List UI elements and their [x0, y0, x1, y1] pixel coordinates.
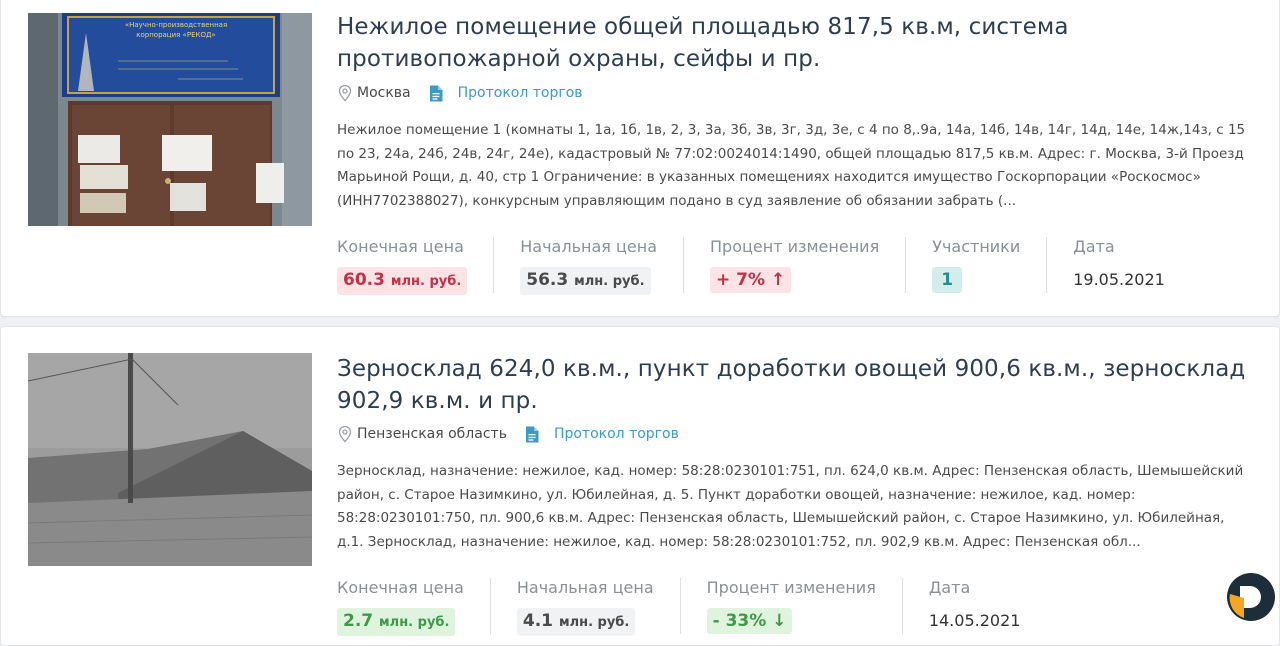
start-price-value: 56.3 млн. руб. — [520, 267, 651, 295]
participants-value: 1 — [932, 267, 963, 293]
final-price-value: 2.7 млн. руб. — [337, 608, 456, 636]
start-price-label: Начальная цена — [516, 578, 654, 597]
document-icon[interactable] — [429, 85, 443, 102]
change-percent: Процент изменения - 33% ↓ — [706, 578, 903, 634]
date: Дата 19.05.2021 — [1073, 237, 1191, 293]
listing-card: «Научно-производственная корпорация «РЕК… — [0, 0, 1280, 317]
protocol-link[interactable]: Протокол торгов — [554, 426, 679, 442]
location-pin-icon — [338, 84, 352, 102]
change-percent-label: Процент изменения — [706, 578, 876, 597]
final-price-label: Конечная цена — [337, 578, 464, 597]
start-price-value: 4.1 млн. руб. — [516, 608, 636, 636]
site-logo-icon[interactable] — [1226, 572, 1276, 622]
listing-meta: Москва Протокол торгов — [337, 84, 583, 102]
final-price-value: 60.3 млн. руб. — [337, 267, 468, 295]
start-price: Начальная цена 56.3 млн. руб. — [520, 237, 684, 295]
date-label: Дата — [1073, 237, 1115, 256]
start-price-label: Начальная цена — [520, 237, 657, 256]
listing-title[interactable]: Зерносклад 624,0 кв.м., пункт доработки … — [337, 353, 1257, 417]
listing-meta: Пензенская область Протокол торгов — [337, 425, 679, 443]
change-percent-label: Процент изменения — [710, 237, 880, 256]
listing-photo[interactable] — [28, 353, 312, 566]
listing-card: Зерносклад 624,0 кв.м., пункт доработки … — [0, 326, 1280, 646]
change-percent: Процент изменения + 7% ↑ — [710, 237, 907, 293]
change-percent-value: - 33% ↓ — [706, 608, 793, 634]
final-price: Конечная цена 2.7 млн. руб. — [337, 578, 491, 636]
protocol-link[interactable]: Протокол торгов — [458, 85, 583, 101]
listing-title[interactable]: Нежилое помещение общей площадью 817,5 к… — [337, 11, 1257, 75]
photo-sign-text: корпорация «РЕКОД» — [136, 31, 215, 39]
document-icon[interactable] — [525, 426, 539, 443]
date-value: 19.05.2021 — [1073, 270, 1165, 289]
change-percent-value: + 7% ↑ — [710, 267, 792, 293]
date-label: Дата — [928, 578, 971, 597]
listing-stats: Конечная цена 60.3 млн. руб. Начальная ц… — [337, 237, 1217, 295]
start-price: Начальная цена 4.1 млн. руб. — [516, 578, 681, 636]
arrow-up-icon: ↑ — [770, 270, 786, 290]
final-price-label: Конечная цена — [337, 237, 464, 256]
listing-location: Москва — [357, 85, 411, 101]
listing-description: Нежилое помещение 1 (комнаты 1, 1а, 1б, … — [337, 122, 1246, 209]
listing-photo[interactable]: «Научно-производственная корпорация «РЕК… — [28, 13, 312, 226]
participants: Участники 1 — [932, 237, 1048, 293]
listing-description: Зерносклад, назначение: нежилое, кад. но… — [337, 463, 1244, 550]
photo-sign-text: «Научно-производственная — [125, 21, 227, 29]
arrow-down-icon: ↓ — [772, 611, 787, 631]
listing-stats: Конечная цена 2.7 млн. руб. Начальная це… — [337, 578, 1072, 636]
listing-location: Пензенская область — [357, 426, 507, 442]
final-price: Конечная цена 60.3 млн. руб. — [337, 237, 495, 295]
participants-label: Участники — [932, 237, 1021, 256]
date-value: 14.05.2021 — [928, 611, 1021, 630]
location-pin-icon — [338, 425, 352, 443]
date: Дата 14.05.2021 — [929, 578, 1047, 634]
